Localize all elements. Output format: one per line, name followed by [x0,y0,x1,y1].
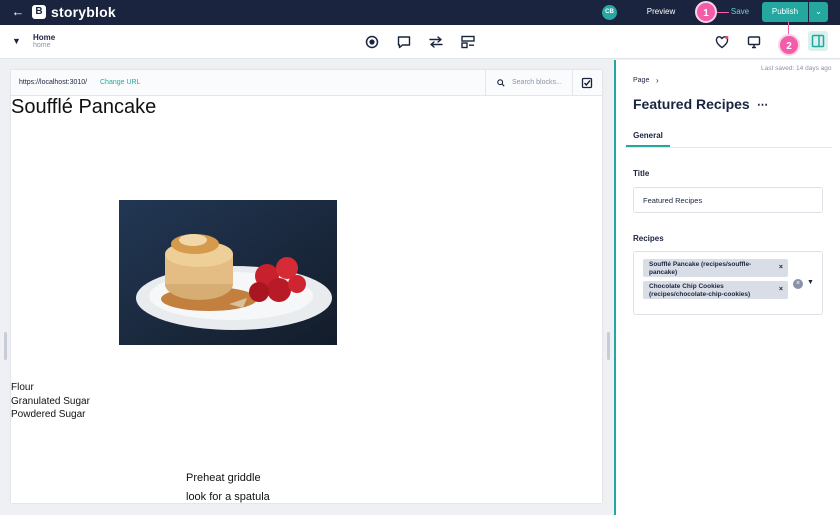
recipes-multiselect[interactable]: Soufflé Pancake (recipes/souffle-pancake… [633,251,823,315]
record-icon[interactable] [364,34,380,50]
ingredients-list[interactable]: Flour Granulated Sugar Powdered Sugar [11,381,90,422]
block-search[interactable]: Search blocks... [485,70,573,96]
title-field-label: Title [633,169,650,178]
list-item: Flour [11,382,34,393]
story-toolbar: ▼ Home home [0,25,840,59]
callout-2-marker: 2 [778,34,800,56]
desktop-view-icon[interactable] [746,34,762,50]
remove-chip-icon[interactable]: × [779,286,783,293]
recipes-field-label: Recipes [633,234,664,243]
change-url-link[interactable]: Change URL [100,79,140,86]
page-title: Featured Recipes [633,96,750,112]
clear-all-icon[interactable]: × [793,279,803,289]
title-field[interactable] [633,187,823,213]
publish-button[interactable]: Publish [762,2,808,22]
back-arrow-icon[interactable]: ← [10,4,26,20]
compare-icon[interactable] [428,34,444,50]
list-item: look for a spatula [186,490,270,503]
resize-handle-right[interactable] [607,332,610,360]
storyblok-logo-icon: B [32,5,46,19]
layout-icon[interactable] [460,34,476,50]
chevron-down-icon[interactable]: ▼ [807,279,814,286]
list-item: Preheat griddle [186,472,261,484]
last-saved-status: Last saved: 14 days ago [761,65,832,72]
recipe-chip[interactable]: Soufflé Pancake (recipes/souffle-pancake… [643,259,788,277]
sidebar-panel-icon[interactable] [810,33,826,49]
content-panel: Last saved: 14 days ago Page › Featured … [614,60,840,515]
preview-frame: https://localhost:3010/ Change URL Searc… [11,70,602,503]
search-icon [497,79,505,87]
callout-1-marker: 1 [695,1,717,23]
resize-handle-left[interactable] [4,332,7,360]
recipe-chip-label: Chocolate Chip Cookies (recipes/chocolat… [649,283,751,298]
comment-icon[interactable] [396,34,412,50]
steps-list[interactable]: Preheat griddle look for a spatula [186,469,270,503]
chevron-down-icon[interactable]: ▼ [12,36,21,46]
list-item: Granulated Sugar [11,395,90,407]
recipe-heading[interactable]: Soufflé Pancake [11,96,156,119]
heart-icon[interactable] [714,34,730,50]
tab-general[interactable]: General [626,124,670,147]
callout-1-line [717,12,729,13]
remove-chip-icon[interactable]: × [779,264,783,271]
recipe-image[interactable] [119,200,337,345]
recipe-chip-label: Soufflé Pancake (recipes/souffle-pancake… [649,261,752,276]
publish-options-chevron-icon[interactable]: ⌄ [809,2,828,22]
story-slug: home [33,42,51,49]
chevron-right-icon: › [656,76,659,85]
more-options-icon[interactable]: ⋯ [757,98,768,111]
edit-check-icon[interactable] [581,77,593,89]
breadcrumb[interactable]: Page [633,77,649,84]
avatar[interactable]: CB [602,5,617,20]
search-placeholder: Search blocks... [512,79,562,86]
preview-button[interactable]: Preview [640,3,682,21]
tab-divider [626,147,832,148]
story-title[interactable]: Home [33,33,55,42]
url-bar: https://localhost:3010/ Change URL Searc… [11,70,602,96]
list-item: Powdered Sugar [11,409,86,420]
brand-name: storyblok [51,4,116,20]
recipe-chip[interactable]: Chocolate Chip Cookies (recipes/chocolat… [643,281,788,299]
preview-url: https://localhost:3010/ [19,79,88,86]
